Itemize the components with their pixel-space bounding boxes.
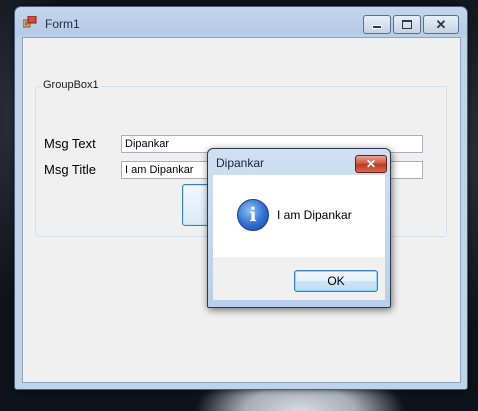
ok-button[interactable]: OK: [294, 270, 378, 292]
form1-titlebar[interactable]: Form1 ✕: [15, 7, 467, 37]
close-icon: ✕: [365, 157, 377, 171]
app-icon: [23, 16, 37, 28]
minimize-button[interactable]: [363, 15, 391, 34]
groupbox1-label: GroupBox1: [41, 79, 101, 91]
close-button[interactable]: ✕: [423, 15, 459, 34]
information-icon: i: [237, 199, 269, 231]
messagebox-title: Dipankar: [216, 156, 265, 170]
messagebox-dialog: Dipankar ✕ i I am Dipankar OK: [207, 148, 391, 308]
msg-title-label: Msg Title: [44, 162, 97, 177]
close-icon: ✕: [435, 17, 447, 32]
maximize-icon: [402, 20, 412, 29]
msg-text-label: Msg Text: [44, 136, 96, 151]
messagebox-message: I am Dipankar: [277, 208, 352, 222]
form1-title: Form1: [45, 17, 80, 31]
maximize-button[interactable]: [393, 15, 421, 34]
messagebox-close-button[interactable]: ✕: [355, 155, 387, 173]
minimize-icon: [372, 25, 382, 29]
